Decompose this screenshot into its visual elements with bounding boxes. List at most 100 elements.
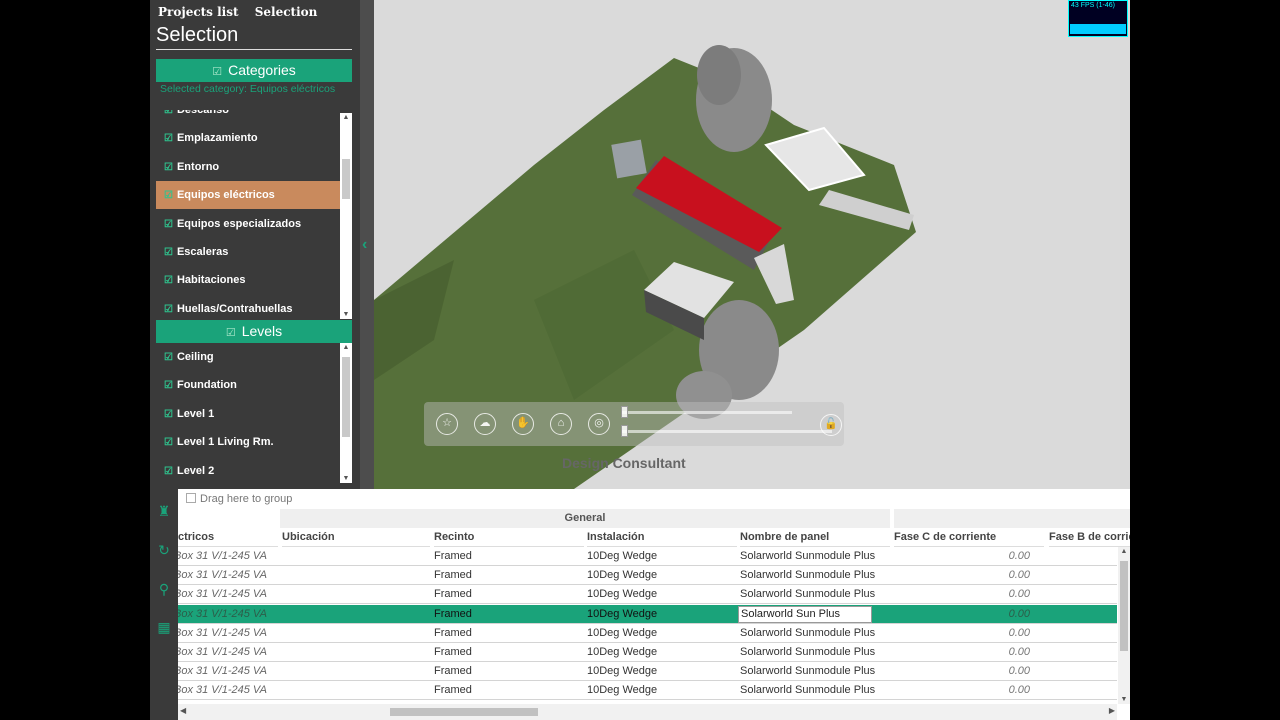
scroll-left-icon[interactable]: ◀ [180, 706, 186, 715]
table-row[interactable]: Box 31 V/1-245 VA Framed 10Deg Wedge Solarw… [178, 681, 1117, 701]
checkbox-icon[interactable]: ☑ [164, 219, 173, 230]
level-item[interactable]: ☑ Level 1 Living Rm. [156, 428, 340, 456]
table-cell[interactable] [282, 585, 430, 604]
broom-icon[interactable]: ♜ [156, 503, 172, 519]
level-item[interactable]: ☑ Level 2 [156, 457, 340, 483]
table-cell[interactable]: Box 31 V/1-245 VA [178, 624, 274, 643]
tab-projects-list[interactable]: Projects list [158, 5, 239, 19]
refresh-icon[interactable]: ↻ [156, 542, 172, 558]
scrollbar-thumb[interactable] [342, 357, 350, 437]
table-cell[interactable]: 10Deg Wedge [587, 585, 737, 604]
checkbox-icon[interactable]: ☑ [164, 352, 173, 363]
table-row[interactable]: Box 31 V/1-245 VA Framed 10Deg Wedge Solarw… [178, 604, 1117, 624]
checkbox-icon[interactable]: ☑ [164, 110, 173, 116]
scroll-down-icon[interactable]: ▼ [340, 475, 352, 482]
table-cell[interactable]: 0.00 [894, 605, 1030, 624]
table-cell[interactable]: 0.00 [894, 566, 1030, 585]
grid-vertical-scrollbar[interactable]: ▲ ▼ [1118, 547, 1130, 704]
table-cell[interactable]: 0.00 [894, 547, 1030, 566]
scroll-down-icon[interactable]: ▼ [1118, 696, 1130, 703]
checkbox-icon[interactable]: ☑ [164, 162, 173, 173]
table-cell[interactable]: Solarworld Sunmodule Plus [740, 681, 890, 700]
table-cell[interactable]: Box 31 V/1-245 VA [178, 681, 274, 700]
scroll-up-icon[interactable]: ▲ [340, 344, 352, 351]
category-item[interactable]: ☑ Equipos eléctricos [156, 181, 340, 210]
table-cell[interactable]: Box 31 V/1-245 VA [178, 643, 274, 662]
table-cell[interactable]: 0.00 [894, 662, 1030, 681]
search-icon[interactable]: ⚲ [156, 581, 172, 597]
table-cell[interactable]: 10Deg Wedge [587, 547, 737, 566]
column-header[interactable]: Instalación [587, 528, 737, 547]
checkbox-icon[interactable]: ☑ [164, 275, 173, 286]
star-icon[interactable]: ☆ [436, 413, 458, 435]
table-cell[interactable]: Framed [434, 566, 584, 585]
table-cell[interactable]: Framed [434, 585, 584, 604]
table-cell[interactable] [282, 624, 430, 643]
category-item[interactable]: ☑ Descanso [156, 110, 340, 124]
checkbox-icon[interactable]: ☑ [164, 190, 173, 201]
3d-viewport[interactable]: ☆ ☁ ✋ ⌂ ◎ 🔓 Design Consultant 43 FPS (1-… [374, 0, 1130, 489]
grid-horizontal-scrollbar[interactable]: ◀ ▶ [178, 704, 1117, 720]
category-item[interactable]: ☑ Emplazamiento [156, 124, 340, 152]
level-item[interactable]: ☑ Foundation [156, 371, 340, 399]
cloud-icon[interactable]: ☁ [474, 413, 496, 435]
table-cell[interactable]: Framed [434, 547, 584, 566]
table-row[interactable]: Box 31 V/1-245 VA Framed 10Deg Wedge Solarw… [178, 643, 1117, 662]
checkbox-icon[interactable]: ☑ [164, 247, 173, 258]
level-item[interactable]: ☑ Ceiling [156, 343, 340, 371]
group-drop-area[interactable]: Drag here to group [178, 489, 1130, 509]
slider-knob-2[interactable] [621, 425, 628, 437]
table-cell[interactable]: 10Deg Wedge [587, 624, 737, 643]
table-cell[interactable]: 0.00 [894, 643, 1030, 662]
table-cell[interactable]: Box 31 V/1-245 VA [178, 566, 274, 585]
table-cell[interactable] [282, 566, 430, 585]
table-cell[interactable] [282, 681, 430, 700]
table-cell[interactable]: Solarworld Sunmodule Plus [740, 643, 890, 662]
category-item[interactable]: ☑ Habitaciones [156, 266, 340, 294]
slider-track-1[interactable] [622, 411, 792, 414]
table-cell[interactable]: Solarworld Sunmodule Plus [740, 547, 890, 566]
checkbox-icon[interactable]: ☑ [164, 466, 173, 477]
cell-edit-input[interactable]: Solarworld Sun Plus [738, 605, 872, 623]
table-cell[interactable]: 10Deg Wedge [587, 566, 737, 585]
panel-collapse-strip[interactable]: ‹ [360, 0, 374, 489]
table-cell[interactable]: Solarworld Sunmodule Plus [740, 662, 890, 681]
scrollbar-thumb[interactable] [342, 159, 350, 199]
scrollbar-thumb[interactable] [390, 708, 538, 716]
table-row[interactable]: Box 31 V/1-245 VA Framed 10Deg Wedge Solarw… [178, 547, 1117, 566]
checkbox-icon[interactable]: ☑ [164, 304, 173, 315]
column-header[interactable]: Recinto [434, 528, 584, 547]
table-cell[interactable]: Solarworld Sunmodule Plus [740, 624, 890, 643]
scroll-down-icon[interactable]: ▼ [340, 311, 352, 318]
target-icon[interactable]: ◎ [588, 413, 610, 435]
home-icon[interactable]: ⌂ [550, 413, 572, 435]
hand-icon[interactable]: ✋ [512, 413, 534, 435]
table-cell[interactable]: Box 31 V/1-245 VA [178, 547, 274, 566]
table-cell[interactable]: 10Deg Wedge [587, 643, 737, 662]
checkbox-icon[interactable]: ☑ [164, 409, 173, 420]
levels-header[interactable]: ☑ Levels [156, 320, 352, 343]
scroll-up-icon[interactable]: ▲ [1118, 548, 1130, 555]
table-row[interactable]: Box 31 V/1-245 VA Framed 10Deg Wedge Solarw… [178, 624, 1117, 643]
table-cell[interactable]: Framed [434, 662, 584, 681]
checkbox-icon[interactable]: ☑ [164, 133, 173, 144]
levels-scrollbar[interactable]: ▲ ▼ [340, 343, 352, 483]
chevron-left-icon[interactable]: ‹ [362, 236, 367, 254]
table-cell[interactable]: 0.00 [894, 585, 1030, 604]
table-cell[interactable]: Framed [434, 624, 584, 643]
table-cell[interactable] [282, 662, 430, 681]
column-header[interactable]: Ubicación [282, 528, 430, 547]
table-icon[interactable]: ▦ [156, 619, 172, 635]
table-cell[interactable]: 0.00 [894, 624, 1030, 643]
category-item[interactable]: ☑ Huellas/Contrahuellas [156, 295, 340, 319]
table-cell[interactable]: Framed [434, 605, 584, 624]
category-item[interactable]: ☑ Entorno [156, 153, 340, 181]
checkbox-icon[interactable]: ☑ [164, 437, 173, 448]
column-header[interactable]: Fase B de corrie [1049, 528, 1130, 547]
slider-track-2[interactable] [622, 430, 832, 433]
level-item[interactable]: ☑ Level 1 [156, 400, 340, 428]
table-cell[interactable]: 0.00 [894, 681, 1030, 700]
scroll-up-icon[interactable]: ▲ [340, 114, 352, 121]
column-header[interactable]: Nombre de panel [740, 528, 890, 547]
scroll-right-icon[interactable]: ▶ [1109, 706, 1115, 715]
